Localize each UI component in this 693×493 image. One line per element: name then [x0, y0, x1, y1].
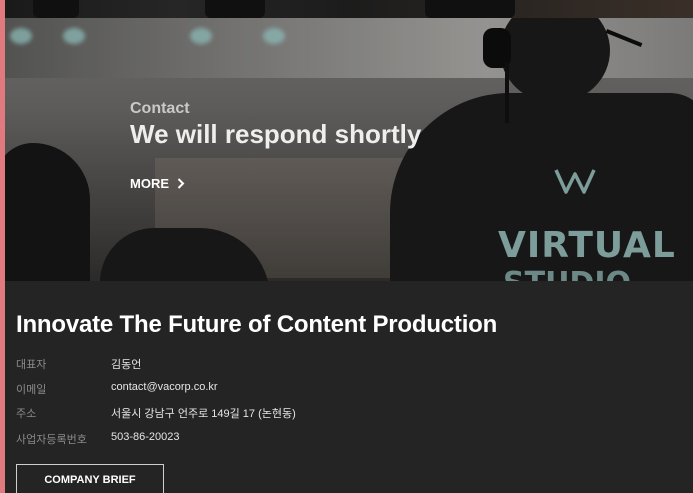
hero-headline: We will respond shortly [130, 119, 422, 149]
info-label: 주소 [16, 408, 37, 420]
info-value: 503-86-20023 [111, 431, 180, 443]
info-row-ceo: 대표자 김동언 [16, 356, 141, 372]
company-info-section: Innovate The Future of Content Productio… [5, 281, 693, 493]
info-row-email: 이메일 contact@vacorp.co.kr [16, 381, 218, 397]
company-slogan: Innovate The Future of Content Productio… [16, 311, 498, 338]
info-label: 대표자 [16, 359, 47, 371]
info-row-business-number: 사업자등록번호 503-86-20023 [16, 431, 180, 447]
info-value: 김동언 [111, 359, 142, 371]
previous-section-strip [5, 0, 693, 18]
hero-eyebrow: Contact [130, 100, 190, 117]
company-brief-button[interactable]: COMPANY BRIEF [16, 464, 164, 493]
info-label: 이메일 [16, 384, 47, 396]
info-row-address: 주소 서울시 강남구 언주로 149길 17 (논현동) [16, 405, 296, 421]
info-value-email[interactable]: contact@vacorp.co.kr [111, 381, 218, 397]
info-label: 사업자등록번호 [16, 434, 87, 446]
info-value: 서울시 강남구 언주로 149길 17 (논현동) [111, 408, 296, 420]
more-link[interactable]: MORE [130, 176, 185, 191]
page: VIRTUAL STUDIO Contact We will respond s… [5, 0, 693, 493]
more-link-label: MORE [130, 176, 169, 191]
chevron-right-icon [177, 178, 185, 189]
contact-hero-banner: VIRTUAL STUDIO Contact We will respond s… [5, 18, 693, 281]
